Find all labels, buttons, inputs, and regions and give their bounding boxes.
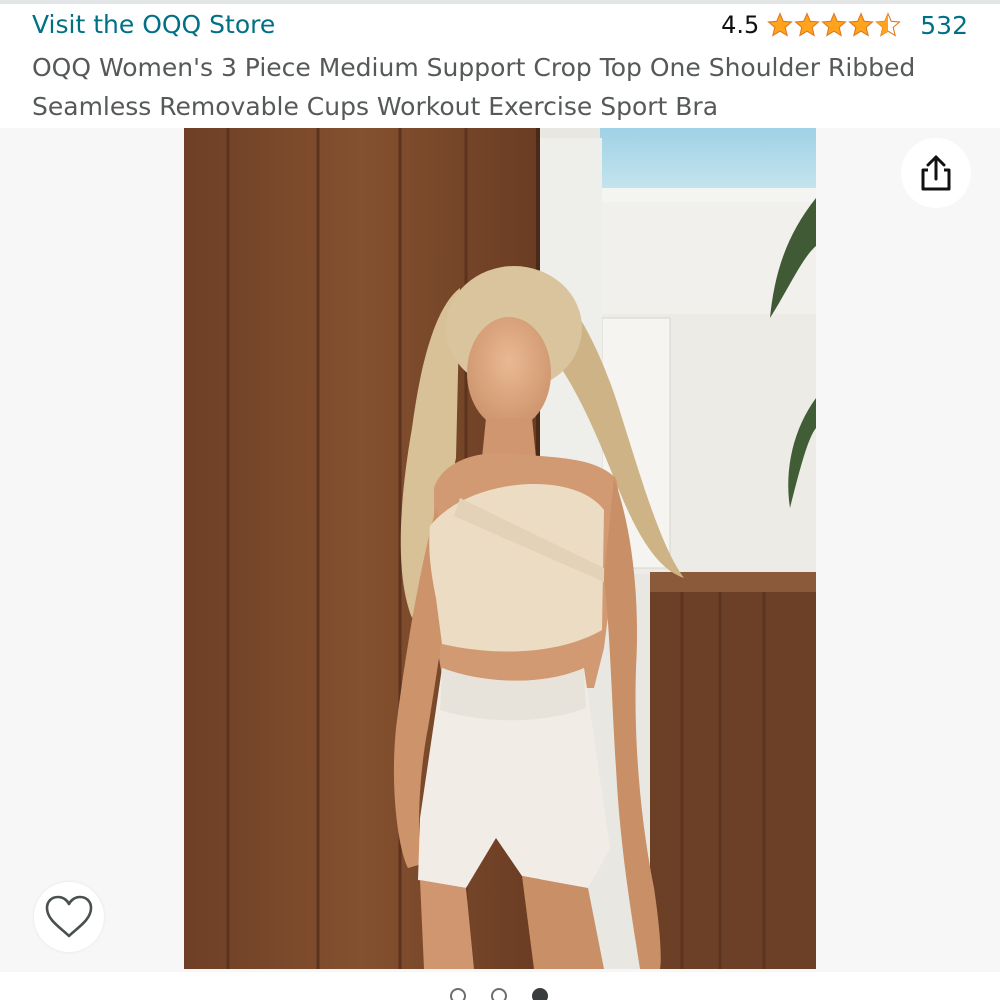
share-button[interactable] (901, 138, 971, 208)
product-header: Visit the OQQ Store 4.5 532 OQQ Women's … (0, 4, 1000, 128)
product-image[interactable] (184, 128, 816, 969)
heart-icon (45, 895, 93, 938)
image-gallery[interactable] (0, 128, 1000, 972)
product-photo (184, 128, 816, 969)
carousel-dot-3[interactable] (532, 988, 548, 1000)
star-rating (767, 12, 902, 38)
rating-value: 4.5 (721, 11, 760, 39)
add-to-list-button[interactable] (34, 882, 104, 952)
product-title: OQQ Women's 3 Piece Medium Support Crop … (32, 53, 916, 121)
share-icon (921, 155, 951, 191)
half-star-icon (875, 12, 902, 37)
product-detail-page: Visit the OQQ Store 4.5 532 OQQ Women's … (0, 0, 1000, 1000)
rating-count[interactable]: 532 (920, 11, 968, 40)
store-link[interactable]: Visit the OQQ Store (32, 10, 275, 40)
star-icon (794, 12, 821, 37)
star-icon (821, 12, 848, 37)
carousel-dot-2[interactable] (491, 988, 507, 1000)
carousel-dot-1[interactable] (450, 988, 466, 1000)
carousel-footer (0, 972, 1000, 1000)
star-icon (767, 12, 794, 37)
rating-summary[interactable]: 4.5 532 (721, 10, 968, 40)
carousel-dots (450, 988, 573, 1000)
star-icon (848, 12, 875, 37)
